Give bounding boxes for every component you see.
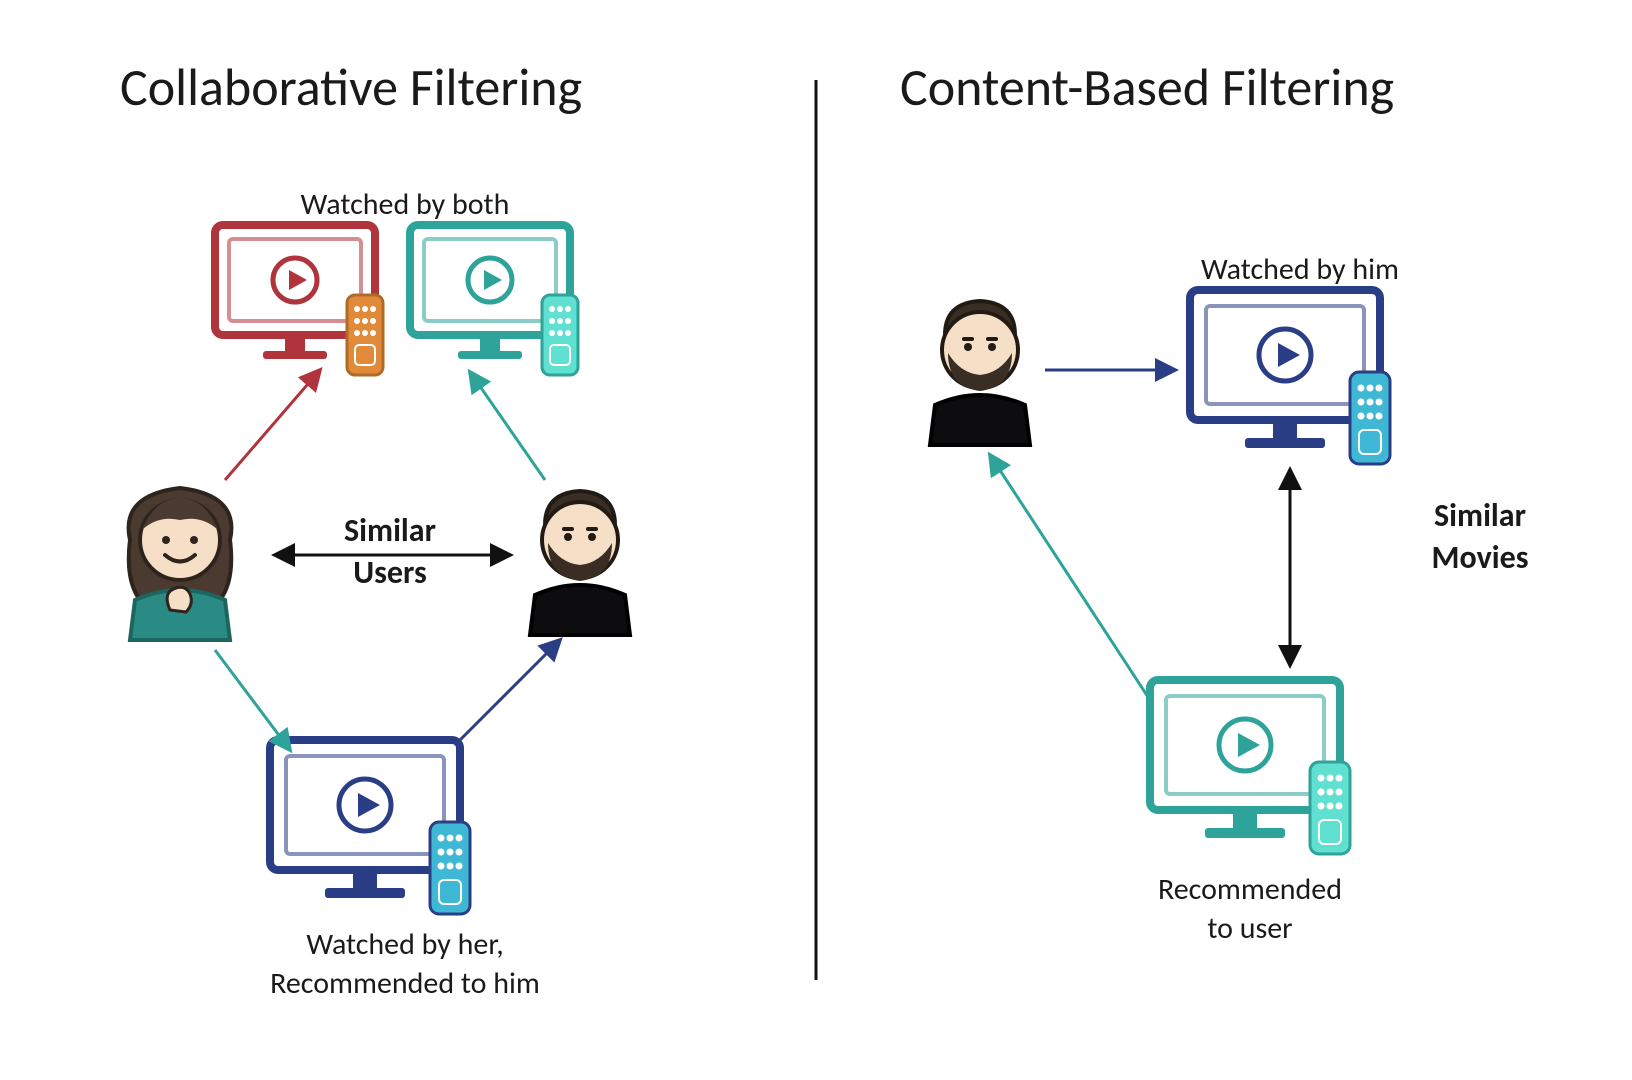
watched-by-him-label: Watched by him [1170, 250, 1430, 289]
tv-teal-top-icon [410, 225, 578, 375]
arrow-man-to-teal-tv [470, 372, 545, 480]
collaborative-title: Collaborative Filtering [120, 55, 582, 119]
watched-by-both-label: Watched by both [255, 185, 555, 224]
content-based-title: Content-Based Filtering [900, 55, 1394, 119]
arrow-bottom-tv-to-man [460, 640, 560, 740]
recommended-line1: Recommended [1158, 871, 1342, 908]
similar-users-line2: Users [353, 553, 427, 592]
man-user-right-icon [930, 301, 1030, 445]
recommended-line2: to user [1207, 910, 1292, 947]
man-user-left-icon [530, 491, 630, 635]
watched-by-her-label: Watched by her, Recommended to him [205, 925, 605, 1003]
similar-users-line1: Similar [344, 511, 436, 550]
arrow-woman-to-bottom-tv [215, 650, 290, 750]
tv-navy-right-icon [1190, 290, 1390, 464]
similar-movies-line2: Movies [1432, 538, 1529, 577]
watched-by-her-line1: Watched by her, [306, 926, 503, 963]
similar-movies-line1: Similar [1434, 496, 1526, 535]
tv-navy-bottom-icon [270, 740, 470, 914]
tv-teal-right-icon [1150, 680, 1350, 854]
similar-users-label: Similar Users [290, 510, 490, 593]
recommended-to-user-label: Recommended to user [1100, 870, 1400, 948]
similar-movies-label: Similar Movies [1400, 495, 1560, 578]
watched-by-her-line2: Recommended to him [270, 965, 540, 1002]
arrow-woman-to-red-tv [225, 370, 320, 480]
tv-red-icon [215, 225, 383, 375]
arrow-teal-tv-to-man [990, 455, 1150, 700]
woman-user-icon [129, 488, 232, 640]
